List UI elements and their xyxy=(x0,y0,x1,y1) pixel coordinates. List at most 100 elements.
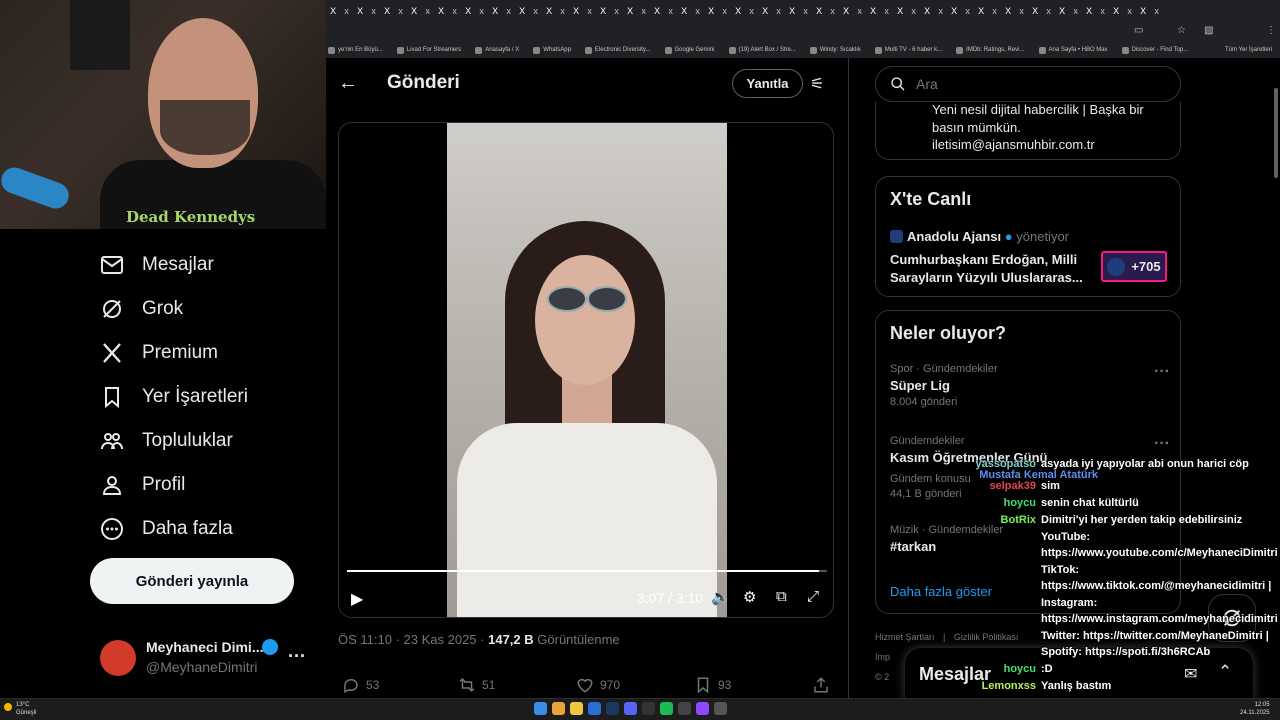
folder-icon[interactable] xyxy=(570,702,583,715)
page-scrollbar[interactable] xyxy=(1272,58,1280,698)
more-icon[interactable]: ··· xyxy=(288,646,306,667)
expand-icon[interactable]: ⌃ xyxy=(1218,662,1232,682)
grok-floating-button[interactable] xyxy=(1208,594,1256,642)
browser-tab[interactable]: Xx xyxy=(677,0,704,22)
settings-icon[interactable]: ⚙ xyxy=(743,588,756,606)
close-tab-icon[interactable]: x xyxy=(938,6,943,16)
live-source[interactable]: Anadolu Ajansı ● yönetiyor xyxy=(890,229,1069,244)
bookmark-item[interactable]: Livad For Streamers xyxy=(396,46,461,54)
browser-tab[interactable]: Xx xyxy=(704,0,731,22)
browser-tab[interactable]: Xx xyxy=(731,0,758,22)
video-player[interactable]: ▶ 3:07 / 3:10 🔈 ⚙ ⧉ ⤢ xyxy=(338,122,834,618)
post-time[interactable]: ÖS 11:10 xyxy=(338,632,392,647)
taskbar-clock[interactable]: 12:05 24.11.2025 xyxy=(1240,701,1270,717)
new-message-icon[interactable]: ✉ xyxy=(1184,664,1197,684)
browser-tab[interactable]: Xx xyxy=(758,0,785,22)
browser-tab[interactable]: Xx xyxy=(650,0,677,22)
close-tab-icon[interactable]: x xyxy=(479,6,484,16)
trend-item[interactable]: Gündemdekiler Kasım Öğretmenler Günü ··· xyxy=(890,435,1170,465)
app-icon[interactable] xyxy=(678,702,691,715)
browser-tab[interactable]: Xx xyxy=(839,0,866,22)
reply-action[interactable]: 53 xyxy=(342,676,379,694)
trend-item[interactable]: Müzik · Gündemdekiler #tarkan xyxy=(890,524,1170,554)
video-progress-bar[interactable] xyxy=(347,570,827,572)
close-tab-icon[interactable]: x xyxy=(884,6,889,16)
more-icon[interactable]: ··· xyxy=(1154,363,1170,381)
epic-icon[interactable] xyxy=(642,702,655,715)
close-tab-icon[interactable]: x xyxy=(371,6,376,16)
browser-tab[interactable]: Xx xyxy=(920,0,947,22)
close-tab-icon[interactable]: x xyxy=(641,6,646,16)
close-tab-icon[interactable]: x xyxy=(992,6,997,16)
browser-tab[interactable]: Xx xyxy=(1055,0,1082,22)
close-tab-icon[interactable]: x xyxy=(560,6,565,16)
trend-item[interactable]: Spor · Gündemdekiler Süper Lig 8.004 gön… xyxy=(890,363,1170,408)
star-icon[interactable]: ☆ xyxy=(1177,25,1186,36)
close-tab-icon[interactable]: x xyxy=(1127,6,1132,16)
close-tab-icon[interactable]: x xyxy=(668,6,673,16)
trend-item[interactable]: Gündem konusu 44,1 B gönderi xyxy=(890,473,1170,500)
bookmark-item[interactable]: Google Gemini xyxy=(664,46,715,54)
tune-icon[interactable]: ⚟ xyxy=(810,74,824,94)
browser-tab[interactable]: Xx xyxy=(380,0,407,22)
post-button[interactable]: Gönderi yayınla xyxy=(90,558,294,604)
browser-tab[interactable]: Xx xyxy=(596,0,623,22)
close-tab-icon[interactable]: x xyxy=(1073,6,1078,16)
close-tab-icon[interactable]: x xyxy=(1019,6,1024,16)
volume-icon[interactable]: 🔈 xyxy=(711,588,730,606)
browser-tab[interactable]: Xx xyxy=(461,0,488,22)
nav-communities[interactable]: Topluluklar xyxy=(100,429,233,453)
close-tab-icon[interactable]: x xyxy=(803,6,808,16)
browser-tab[interactable]: Xx xyxy=(974,0,1001,22)
weather-widget[interactable]: 13°C Güneşli xyxy=(16,701,36,717)
browser-tab[interactable]: Xx xyxy=(434,0,461,22)
all-bookmarks[interactable]: Tüm Yer İşaretleri xyxy=(1225,47,1280,53)
browser-tab[interactable]: Xx xyxy=(893,0,920,22)
browser-tab[interactable]: Xx xyxy=(1082,0,1109,22)
bookmark-item[interactable]: Anasayfa / X xyxy=(475,46,519,54)
cast-icon[interactable]: ▭ xyxy=(1134,25,1143,36)
fullscreen-icon[interactable]: ⤢ xyxy=(807,588,819,605)
close-tab-icon[interactable]: x xyxy=(344,6,349,16)
chrome-icon[interactable] xyxy=(552,702,565,715)
live-headline[interactable]: Cumhurbaşkanı Erdoğan, Milli Sarayların … xyxy=(890,251,1092,287)
share-action[interactable] xyxy=(812,676,830,694)
extensions-icon[interactable]: ▧ xyxy=(1204,25,1213,36)
close-tab-icon[interactable]: x xyxy=(776,6,781,16)
discord-icon[interactable] xyxy=(624,702,637,715)
browser-tab[interactable]: Xx xyxy=(623,0,650,22)
close-tab-icon[interactable]: x xyxy=(965,6,970,16)
close-tab-icon[interactable]: x xyxy=(425,6,430,16)
spotify-icon[interactable] xyxy=(660,702,673,715)
bookmark-item[interactable]: Windy: Sıcaklık xyxy=(809,46,861,54)
browser-tab[interactable]: Xx xyxy=(542,0,569,22)
nav-grok[interactable]: Grok xyxy=(100,297,183,321)
nav-premium[interactable]: Premium xyxy=(100,341,218,365)
browser-tab[interactable]: Xx xyxy=(1136,0,1163,22)
bookmark-item[interactable]: Electronic Diversity... xyxy=(584,46,651,54)
bookmark-item[interactable]: Discover - Find Top... xyxy=(1121,46,1188,54)
show-more-link[interactable]: Daha fazla göster xyxy=(890,584,992,599)
bookmark-item[interactable]: IMDb: Ratings, Revi... xyxy=(956,46,1025,54)
pip-icon[interactable]: ⧉ xyxy=(776,588,787,605)
account-switcher[interactable]: Meyhaneci Dimi... @MeyhaneDimitri ··· xyxy=(100,634,320,684)
messages-drawer[interactable]: Mesajlar ✉ ⌃ xyxy=(905,648,1253,698)
nav-bookmarks[interactable]: Yer İşaretleri xyxy=(100,385,248,409)
browser-tab[interactable]: Xx xyxy=(866,0,893,22)
close-tab-icon[interactable]: x xyxy=(857,6,862,16)
more-icon[interactable]: ··· xyxy=(1154,435,1170,453)
bookmark-item[interactable]: (19) Alert Box / Stre... xyxy=(728,46,796,54)
close-tab-icon[interactable]: x xyxy=(533,6,538,16)
nav-more[interactable]: Daha fazla xyxy=(100,517,233,541)
browser-tab[interactable]: Xx xyxy=(488,0,515,22)
browser-tab[interactable]: Xx xyxy=(785,0,812,22)
windows-start-icon[interactable] xyxy=(534,702,547,715)
back-arrow-icon[interactable]: ← xyxy=(338,72,358,95)
close-tab-icon[interactable]: x xyxy=(452,6,457,16)
browser-tab[interactable]: Xx xyxy=(1028,0,1055,22)
close-tab-icon[interactable]: x xyxy=(614,6,619,16)
edge-icon[interactable] xyxy=(588,702,601,715)
close-tab-icon[interactable]: x xyxy=(749,6,754,16)
bookmark-action[interactable]: 93 xyxy=(694,676,731,694)
browser-tab[interactable]: Xx xyxy=(515,0,542,22)
